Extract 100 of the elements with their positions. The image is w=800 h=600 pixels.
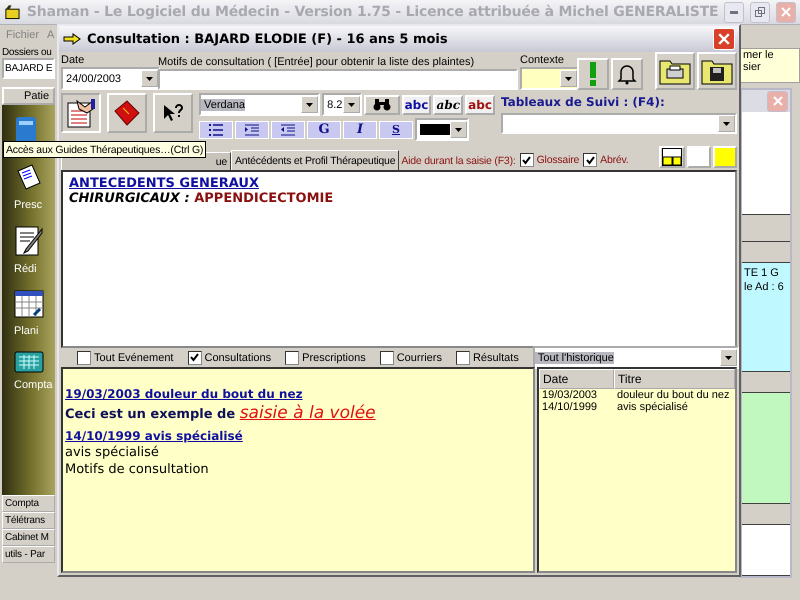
assist-checkbox[interactable]: Glossaire: [520, 153, 580, 170]
tab[interactable]: Antécédents et Profil Thérapeutique: [231, 150, 400, 170]
window-title: Shaman - Le Logiciel du Médecin - Version 1.75 - Licence attribuée à Michel GENERALISTE: [26, 4, 718, 20]
tracking-dropdown[interactable]: [501, 113, 737, 134]
close-icon: [772, 96, 782, 106]
field-label: Motifs de consultation ( [Entrée] pour obtenir la liste des plaintes): [158, 56, 476, 68]
checkmark-icon: [522, 156, 532, 164]
text-style-button[interactable]: abc: [402, 94, 432, 114]
format-button[interactable]: [235, 120, 269, 138]
assist-checkbox[interactable]: Abrév.: [583, 153, 629, 170]
dropdown-arrow-icon: [306, 102, 314, 106]
dropdown-arrow-icon: [146, 76, 153, 80]
restore-icon: [755, 7, 766, 17]
indent-icon: [245, 124, 259, 136]
text-style-button[interactable]: abc: [465, 94, 495, 114]
section-button[interactable]: Compta: [2, 495, 55, 512]
guides-button[interactable]: [61, 93, 101, 133]
format-button[interactable]: I: [343, 120, 377, 138]
book-button[interactable]: [107, 93, 147, 133]
close-icon: [718, 33, 730, 45]
checkmark-icon: [586, 156, 595, 164]
find-button[interactable]: [364, 94, 400, 114]
section-button[interactable]: utils - Par: [2, 546, 55, 563]
app-logo-icon: [4, 4, 21, 20]
filter-checkbox[interactable]: Consultations: [188, 350, 272, 364]
date-dropdown[interactable]: 24/00/2003: [61, 67, 160, 90]
format-button[interactable]: S: [379, 120, 413, 138]
format-button[interactable]: G: [307, 120, 341, 138]
font-size-dropdown[interactable]: 8.2: [322, 93, 362, 116]
list-area: [742, 525, 790, 576]
field-label: Date: [61, 54, 86, 66]
text-style-button[interactable]: abc: [433, 94, 464, 114]
launcher-button[interactable]: Plani: [14, 289, 55, 337]
dropdown-arrow-icon: [455, 128, 462, 132]
dropdown-arrow-icon: [565, 76, 572, 80]
dropdown-arrow-icon: [725, 356, 732, 360]
text-editor[interactable]: ANTECEDENTS GENERAUX CHIRURGICAUX : APPENDICECTOMIE: [61, 170, 737, 348]
dropdown-arrow-icon: [348, 102, 355, 106]
format-button[interactable]: [271, 120, 305, 138]
assist-label: Aide durant la saisie (F3):: [401, 155, 516, 169]
tracking-label: Tableaux de Suivi : (F4):: [501, 95, 666, 109]
filter-checkbox[interactable]: Tout Evénement: [77, 350, 174, 364]
shortcut-tooltip: Accès aux Guides Thérapeutiques…(Ctrl G): [3, 141, 206, 158]
format-button[interactable]: [199, 120, 233, 138]
filter-checkbox[interactable]: Résultats: [456, 350, 519, 364]
table-cell-text: 14/10/1999: [541, 401, 598, 413]
restore-button[interactable]: [750, 2, 770, 22]
field-label: Contexte: [520, 54, 566, 66]
history-dropdown[interactable]: Tout l'historique: [532, 346, 739, 369]
reminder-button[interactable]: [611, 58, 643, 90]
history-text: Ceci est un exemple de saisie à la volée: [65, 403, 377, 423]
launcher-button[interactable]: Compta: [14, 351, 55, 391]
font-dropdown[interactable]: Verdana: [199, 93, 320, 116]
history-link[interactable]: 14/10/1999 avis spécialisé: [65, 429, 531, 443]
help-button[interactable]: [153, 93, 193, 133]
minimize-button[interactable]: [724, 2, 744, 22]
editor-line: CHIRURGICAUX : APPENDICECTOMIE: [69, 191, 334, 206]
patient-search-field[interactable]: BAJARD E: [2, 58, 55, 79]
minimize-icon: [730, 10, 738, 14]
section-button[interactable]: Télétrans: [2, 512, 55, 529]
book-icon: [113, 99, 141, 127]
filter-checkbox[interactable]: Prescriptions: [285, 350, 366, 364]
checkmark-icon: [190, 353, 199, 362]
history-text: avis spécialisé: [65, 445, 160, 460]
close-icon: [781, 7, 792, 17]
color-dropdown[interactable]: [415, 118, 469, 141]
document-hand-icon: [65, 97, 97, 129]
search-label: Dossiers ou: [2, 47, 52, 58]
bullet-list-icon: [209, 124, 223, 136]
arrow-icon: [63, 33, 81, 45]
column-header[interactable]: Titre: [614, 369, 735, 389]
layout-button[interactable]: [659, 146, 685, 168]
outdent-icon: [281, 124, 295, 136]
save-button[interactable]: [697, 52, 737, 90]
split-layout-icon: [662, 148, 682, 166]
panel-header-button[interactable]: Patie: [2, 87, 55, 105]
motifs-input-field[interactable]: [158, 69, 518, 90]
binoculars-icon: [372, 98, 391, 110]
history-text: Motifs de consultation: [65, 462, 210, 477]
column-header[interactable]: Date: [539, 369, 614, 389]
dropdown-arrow-icon: [723, 122, 730, 126]
launcher-button[interactable]: Presc: [14, 163, 55, 211]
bell-icon: [617, 63, 637, 85]
color-swatch: [420, 124, 450, 135]
table-cell-text: douleur du bout du nez: [616, 389, 731, 401]
launcher-button[interactable]: Rédi: [14, 225, 55, 275]
print-button[interactable]: [655, 52, 695, 90]
section-button[interactable]: Cabinet M: [2, 529, 55, 546]
history-link[interactable]: 19/03/2003 douleur du bout du nez: [65, 387, 531, 401]
filter-checkbox[interactable]: Courriers: [380, 350, 442, 364]
note-text: mer le: [743, 49, 775, 61]
table-cell-text: avis spécialisé: [616, 401, 689, 413]
section-heading: ANTECEDENTS GENERAUX: [69, 176, 260, 191]
calculator-icon: [14, 351, 44, 373]
table-cell-text: 19/03/2003: [541, 389, 598, 401]
document-pen-icon: [14, 225, 44, 257]
info-text: le Ad : 6: [744, 281, 785, 293]
info-text: TE 1 G: [744, 267, 780, 279]
exclamation-icon: [589, 62, 597, 86]
pointer-question-icon: [162, 103, 184, 123]
